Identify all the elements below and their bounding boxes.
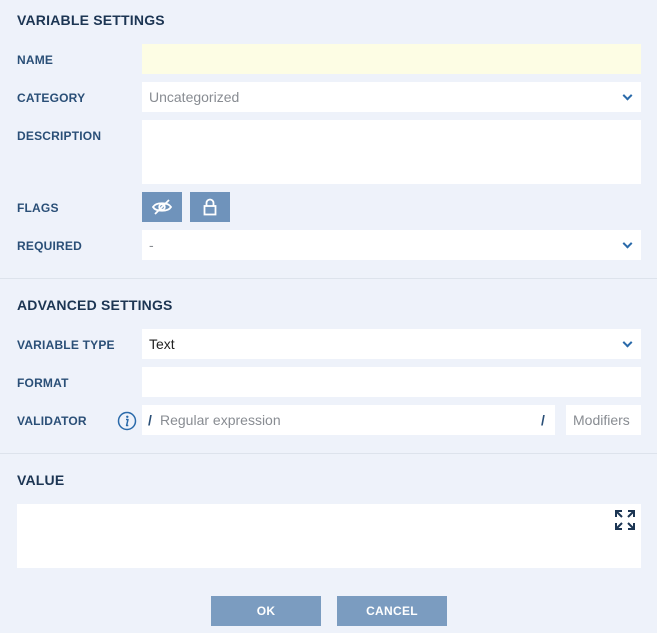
info-icon[interactable] [117, 411, 137, 431]
flags-label: FLAGS [17, 201, 59, 215]
required-label: REQUIRED [17, 239, 82, 253]
validator-label: VALIDATOR [17, 414, 87, 428]
category-select[interactable]: Uncategorized [142, 82, 641, 112]
validator-placeholder: Regular expression [160, 412, 281, 428]
eye-off-icon [151, 199, 173, 215]
value-textarea[interactable] [17, 504, 641, 568]
expand-icon[interactable] [614, 509, 636, 531]
section-divider [0, 453, 657, 454]
description-textarea[interactable] [142, 120, 641, 184]
name-input[interactable] [142, 44, 641, 74]
cancel-button[interactable]: CANCEL [337, 596, 447, 626]
required-value: - [149, 237, 154, 253]
regex-open-slash: / [148, 412, 152, 428]
regex-close-slash: / [541, 412, 545, 428]
hidden-flag-button[interactable] [142, 192, 182, 222]
description-label: DESCRIPTION [17, 129, 102, 143]
chevron-down-icon [622, 238, 633, 249]
validator-regex-input[interactable]: Regular expression [142, 405, 555, 435]
variable-type-select[interactable]: Text [142, 329, 641, 359]
name-label: NAME [17, 53, 54, 67]
chevron-down-icon [622, 90, 633, 101]
variable-settings-title: VARIABLE SETTINGS [17, 12, 165, 28]
section-divider [0, 278, 657, 279]
modifiers-input[interactable]: Modifiers [566, 405, 641, 435]
variable-type-value: Text [149, 336, 175, 352]
variable-type-label: VARIABLE TYPE [17, 338, 115, 352]
locked-flag-button[interactable] [190, 192, 230, 222]
category-label: CATEGORY [17, 91, 86, 105]
variable-settings-dialog: VARIABLE SETTINGS NAME CATEGORY Uncatego… [0, 0, 657, 633]
modifiers-placeholder: Modifiers [573, 412, 630, 428]
ok-button[interactable]: OK [211, 596, 321, 626]
value-title: VALUE [17, 472, 65, 488]
lock-icon [203, 198, 217, 216]
required-select[interactable]: - [142, 230, 641, 260]
advanced-settings-title: ADVANCED SETTINGS [17, 297, 173, 313]
format-input[interactable] [142, 367, 641, 397]
format-label: FORMAT [17, 376, 69, 390]
chevron-down-icon [622, 337, 633, 348]
category-value: Uncategorized [149, 89, 240, 105]
